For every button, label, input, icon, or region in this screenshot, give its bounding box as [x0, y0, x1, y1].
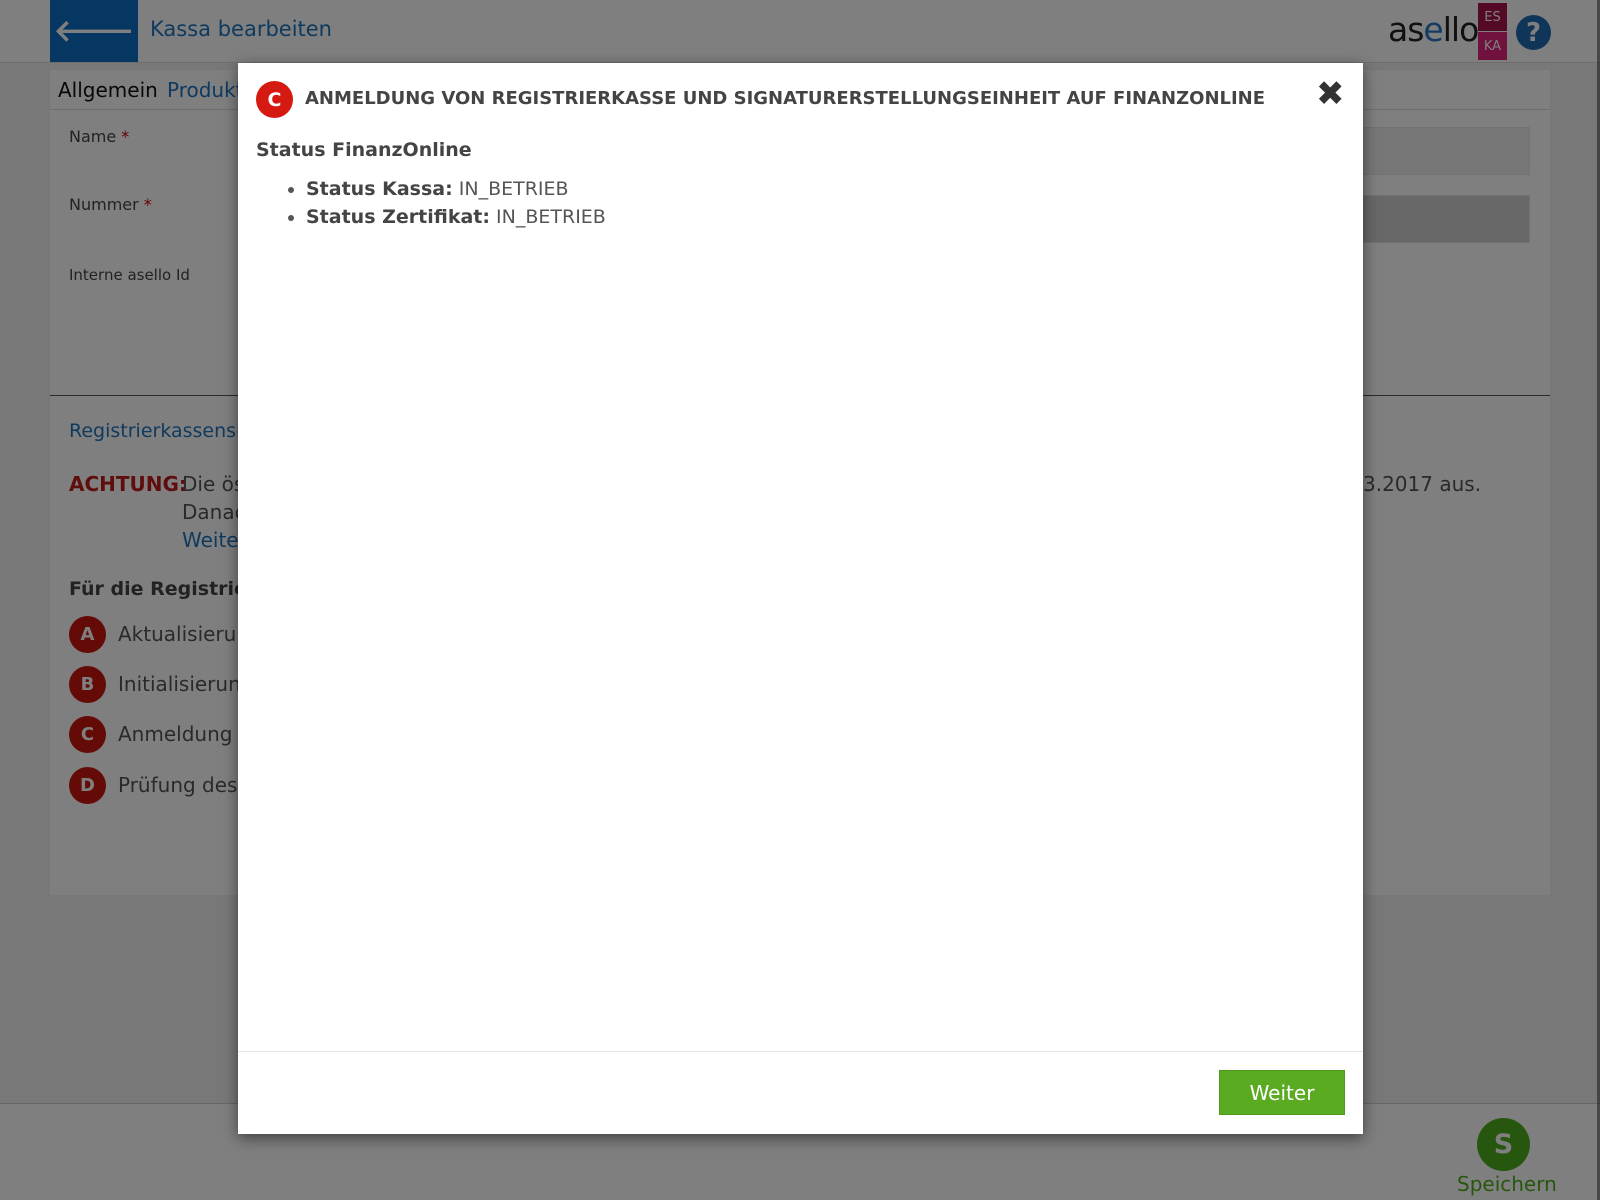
dialog-header: C ANMELDUNG VON REGISTRIERKASSE UND SIGN… [238, 63, 1363, 133]
dialog-step-badge: C [256, 81, 293, 118]
status-list: Status Kassa: IN_BETRIEB Status Zertifik… [306, 178, 606, 234]
dialog-subtitle: Status FinanzOnline [256, 139, 472, 161]
close-icon[interactable]: ✖ [1316, 77, 1345, 111]
finanzonline-dialog: C ANMELDUNG VON REGISTRIERKASSE UND SIGN… [238, 63, 1363, 1134]
continue-button[interactable]: Weiter [1219, 1070, 1345, 1115]
dialog-title: ANMELDUNG VON REGISTRIERKASSE UND SIGNAT… [305, 88, 1266, 109]
status-certificate-item: Status Zertifikat: IN_BETRIEB [306, 206, 606, 228]
status-kassa-item: Status Kassa: IN_BETRIEB [306, 178, 606, 200]
dialog-footer: Weiter [238, 1051, 1363, 1134]
